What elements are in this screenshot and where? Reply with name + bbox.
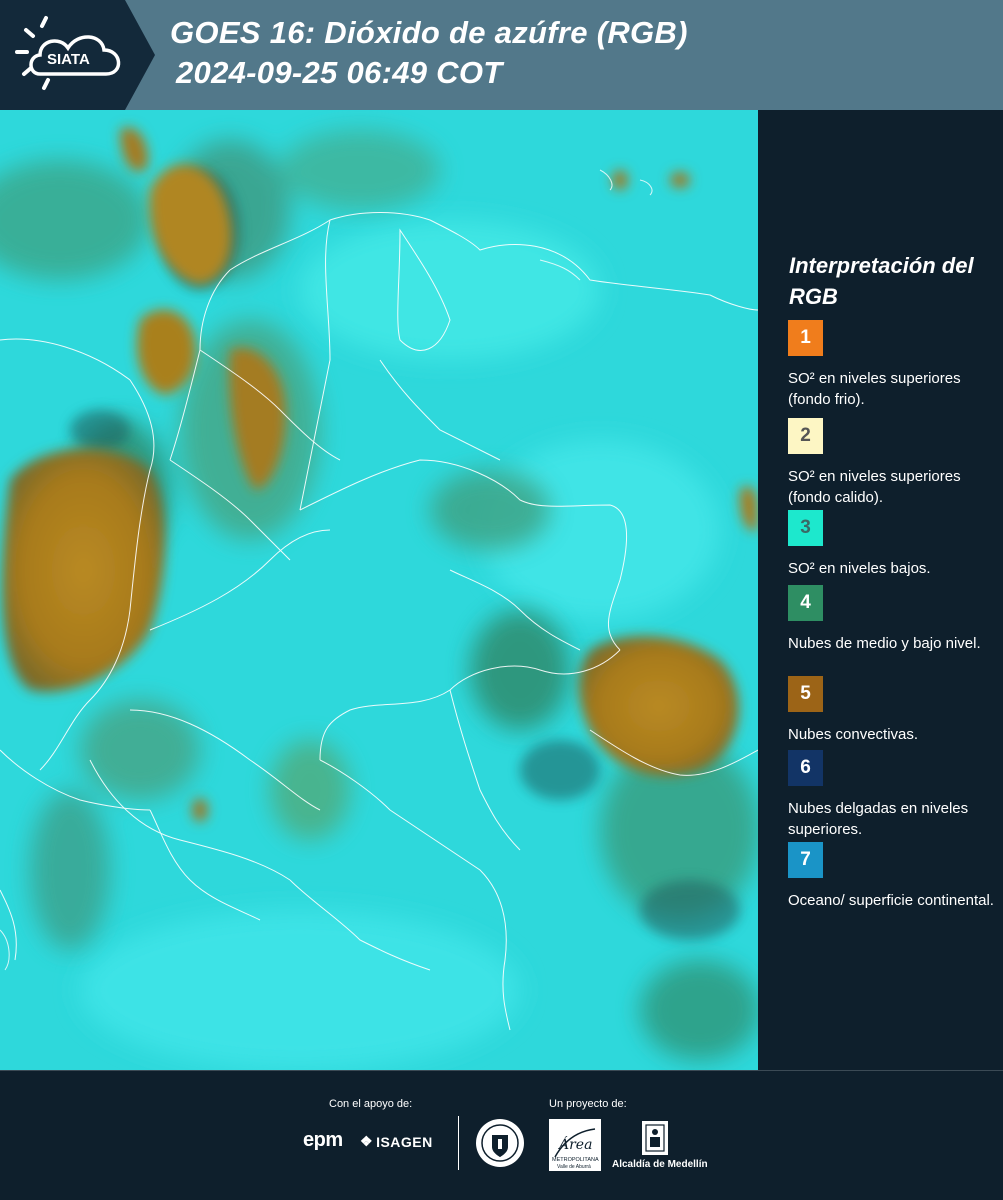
image-datetime: 2024-09-25 06:49 COT [176, 55, 503, 90]
legend-item-1: 1 SO² en niveles superiores (fondo frio). [788, 320, 998, 410]
legend-swatch: 3 [788, 510, 823, 546]
satellite-map[interactable] [0, 110, 758, 1070]
legend-item-2: 2 SO² en niveles superiores (fondo calido… [788, 418, 998, 508]
legend-panel: Interpretación del RGB 1 SO² en niveles s… [758, 110, 1003, 1070]
footer-divider [458, 1116, 459, 1170]
medellin-emblem-icon [476, 1119, 524, 1167]
footer: Con el apoyo de: Un proyecto de: epm ❖ I… [0, 1070, 1003, 1200]
legend-item-7: 7 Oceano/ superficie continental. [788, 842, 998, 932]
page-title: GOES 16: Dióxido de azúfre (RGB) [170, 15, 688, 50]
isagen-icon: ❖ [360, 1133, 374, 1149]
isagen-label: ISAGEN [376, 1133, 433, 1150]
legend-swatch: 1 [788, 320, 823, 356]
svg-text:Valle de Aburrá: Valle de Aburrá [557, 1164, 591, 1170]
legend-text: SO² en niveles superiores (fondo calido)… [788, 468, 961, 506]
project-label: Un proyecto de: [549, 1098, 627, 1110]
svg-text:Área: Área [557, 1135, 592, 1153]
legend-swatch: 4 [788, 585, 823, 621]
legend-swatch: 2 [788, 418, 823, 454]
legend-text: SO² en niveles superiores (fondo frio). [788, 370, 961, 408]
legend-title: Interpretación del RGB [789, 253, 974, 309]
legend-swatch: 7 [788, 842, 823, 878]
legend-text: Nubes de medio y bajo nivel. [788, 635, 981, 652]
siata-logo: SIATA [0, 0, 155, 110]
alcaldia-shield-icon [642, 1121, 668, 1155]
legend-item-6: 6 Nubes delgadas en niveles superiores. [788, 750, 998, 840]
area-metropolitana-logo: Área METROPOLITANA Valle de Aburrá [549, 1119, 601, 1171]
alcaldia-label: Alcaldía de Medellín [612, 1159, 708, 1170]
legend-swatch: 6 [788, 750, 823, 786]
isagen-logo: ❖ ISAGEN [360, 1133, 433, 1150]
legend-swatch: 5 [788, 676, 823, 712]
siata-logo-text: SIATA [47, 51, 90, 68]
svg-text:METROPOLITANA: METROPOLITANA [552, 1157, 599, 1163]
legend-item-4: 4 Nubes de medio y bajo nivel. [788, 585, 998, 675]
legend-text: Oceano/ superficie continental. [788, 892, 994, 909]
support-label: Con el apoyo de: [329, 1098, 413, 1110]
epm-logo: epm [303, 1129, 343, 1151]
legend-text: Nubes delgadas en niveles superiores. [788, 800, 969, 838]
header: SIATA GOES 16: Dióxido de azúfre (RGB) 2… [0, 0, 1003, 110]
